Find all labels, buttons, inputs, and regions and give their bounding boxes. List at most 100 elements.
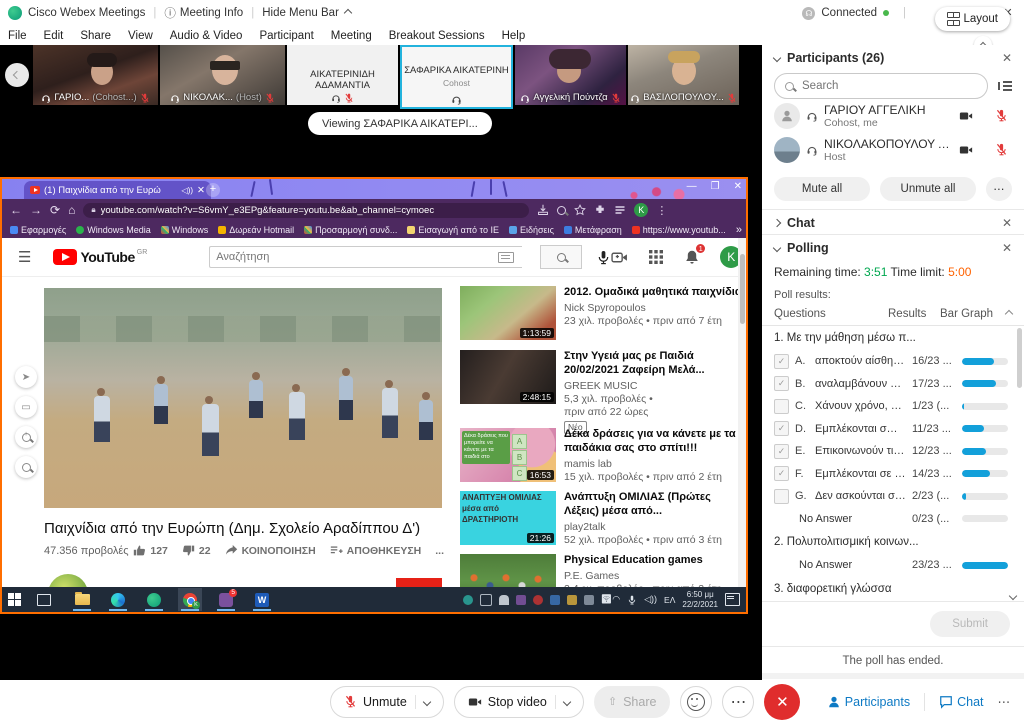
menu-edit[interactable]: Edit [44, 30, 64, 42]
taskbar-clock[interactable]: 6:50 μμ22/2/2021 [682, 590, 718, 610]
back-button[interactable]: ← [10, 203, 22, 217]
camera-on-icon[interactable] [959, 109, 973, 123]
share-button[interactable]: ΚΟΙΝΟΠΟΙΗΣΗ [225, 544, 316, 557]
chrome-icon[interactable]: K [178, 588, 202, 611]
participant-thumbnail[interactable]: ΓΑΡΙΟ... (Cohost...) [33, 45, 158, 105]
participant-thumbnail[interactable]: ΝΙΚΟΛΑΚ... (Host) [160, 45, 285, 105]
menu-participant[interactable]: Participant [259, 30, 313, 42]
menu-help[interactable]: Help [502, 30, 526, 42]
chat-toggle-button[interactable]: Chat [939, 695, 983, 709]
chat-close-icon[interactable]: ✕ [1002, 216, 1012, 230]
bookmark-star-icon[interactable] [574, 204, 586, 216]
submit-button[interactable]: Submit [930, 611, 1010, 637]
hide-menu-bar-button[interactable]: Hide Menu Bar [262, 7, 339, 19]
menu-share[interactable]: Share [80, 30, 111, 42]
bookmark-item[interactable]: Μετάφραση [564, 225, 622, 235]
muted-mic-icon[interactable] [995, 143, 1008, 156]
suggested-video[interactable]: Physical Education games P.E. Games2,4 ε… [460, 554, 746, 587]
tray-mic-icon[interactable] [627, 595, 637, 605]
camera-on-icon[interactable] [959, 143, 973, 157]
checkbox-checked[interactable] [774, 444, 789, 459]
sort-participants-icon[interactable] [998, 80, 1012, 92]
checkbox-checked[interactable] [774, 466, 789, 481]
layout-button[interactable]: Layout [935, 7, 1010, 31]
suggested-video[interactable]: 1:13:59 2012. Ομαδικά μαθητικά παιχνίδια… [460, 286, 746, 340]
tray-app-icon[interactable] [550, 595, 560, 605]
suggested-video[interactable]: Δέκα δράσεις που μπορείτε να κάνετε με τ… [460, 428, 746, 484]
home-button[interactable]: ⌂ [68, 203, 75, 217]
tray-webex-icon[interactable] [463, 595, 473, 605]
suggested-video[interactable]: ΑΝΑΠΤΥΞΗ ΟΜΙΛΙΑΣ μέσα από ΔΡΑΣΤΗΡΙΟΤΗ 21… [460, 491, 746, 547]
browser-menu-icon[interactable]: ⋮ [656, 204, 667, 217]
eraser-tool-icon[interactable]: ▭ [15, 396, 37, 418]
youtube-apps-icon[interactable] [648, 249, 664, 265]
participant-thumbnail[interactable]: ΑΙΚΑΤΕΡΙΝΙΔΗ ΑΔΑΜΑΝΤΙΑ [287, 45, 398, 105]
meeting-info-button[interactable]: Meeting Info [180, 7, 243, 19]
speaker-icon[interactable]: ◁)) [644, 594, 657, 605]
checkbox-checked[interactable] [774, 376, 789, 391]
keyboard-icon[interactable] [498, 252, 514, 263]
wifi-icon[interactable]: 🛜︎◠ [601, 594, 620, 605]
more-options-button[interactable]: ⋯ [722, 686, 754, 718]
edge-icon[interactable] [106, 588, 130, 611]
stop-video-button[interactable]: Stop video [454, 686, 584, 718]
menu-breakout-sessions[interactable]: Breakout Sessions [389, 30, 485, 42]
start-button[interactable] [2, 588, 26, 611]
hamburger-menu-icon[interactable]: ☰ [18, 248, 31, 266]
more-actions-button[interactable]: ... [435, 545, 444, 557]
youtube-search-button[interactable] [540, 245, 582, 269]
pointer-tool-icon[interactable]: ➤ [15, 366, 37, 388]
active-speaker-thumbnail[interactable]: ΣΑΦΑΡΙΚΑ ΑΙΚΑΤΕΡΙΝΗ Cohost [400, 45, 513, 109]
like-button[interactable]: 127 [133, 544, 168, 557]
channel-avatar[interactable] [48, 574, 88, 587]
menu-audio-video[interactable]: Audio & Video [170, 30, 243, 42]
chat-header[interactable]: Chat ✕ [762, 210, 1024, 234]
menu-view[interactable]: View [128, 30, 153, 42]
tray-app-icon[interactable] [533, 595, 543, 605]
create-video-icon[interactable] [611, 249, 628, 266]
bookmark-item[interactable]: Windows [161, 225, 209, 235]
tray-warning-icon[interactable] [567, 595, 577, 605]
tray-app-icon[interactable] [584, 595, 594, 605]
muted-mic-icon[interactable] [995, 109, 1008, 122]
browser-profile-avatar[interactable]: K [634, 203, 648, 217]
suggested-video[interactable]: 2:48:15 Στην Υγειά μας ρε Παιδιά 20/02/2… [460, 350, 746, 434]
reload-button[interactable]: ⟳ [50, 203, 60, 217]
subscribe-button[interactable] [396, 578, 442, 587]
new-tab-button[interactable]: + [206, 183, 220, 197]
youtube-logo[interactable]: YouTube GR [53, 249, 147, 265]
voice-search-icon[interactable] [596, 250, 611, 265]
file-explorer-icon[interactable] [70, 588, 94, 611]
page-scrollbar[interactable] [738, 238, 746, 587]
action-center-icon[interactable] [725, 593, 740, 606]
tray-app-icon[interactable] [480, 594, 492, 606]
bookmarks-overflow-button[interactable]: » [736, 224, 742, 236]
polling-header[interactable]: Polling ✕ [762, 235, 1024, 259]
dislike-button[interactable]: 22 [182, 544, 211, 557]
menu-file[interactable]: File [8, 30, 27, 42]
participants-search-input[interactable] [800, 79, 977, 93]
checkbox-checked[interactable] [774, 354, 789, 369]
bookmark-item[interactable]: Εφαρμογές [10, 225, 66, 235]
participants-close-icon[interactable]: ✕ [1002, 51, 1012, 65]
reading-list-icon[interactable] [614, 204, 626, 216]
address-bar[interactable]: 🔒︎ youtube.com/watch?v=S6vmY_e3EPg&featu… [83, 203, 529, 218]
youtube-search-input[interactable] [209, 246, 522, 268]
participant-row[interactable]: ΓΑΡΙΟΥ ΑΓΓΕΛΙΚΗ Cohost, me [762, 99, 1024, 133]
poll-scrollbar[interactable] [1017, 328, 1022, 388]
polling-close-icon[interactable]: ✕ [1002, 241, 1012, 255]
tab-close-icon[interactable]: ✕ [197, 185, 205, 196]
participants-header[interactable]: Participants (26) ✕ [762, 45, 1024, 69]
bookmark-item[interactable]: Δωρεάν Hotmail [218, 225, 294, 235]
participant-thumbnail[interactable]: Αγγελική Πούντζα [515, 45, 626, 105]
participant-row[interactable]: ΝΙΚΟΛΑΚΟΠΟΥΛΟΥ ΑΙΚΑΤΕΡ... Host [762, 133, 1024, 167]
reactions-button[interactable] [680, 686, 712, 718]
viber-icon[interactable]: 5 [214, 588, 238, 611]
zoom-in-tool-icon[interactable]: + [15, 426, 37, 448]
panel-more-button[interactable]: ⋯ [998, 694, 1011, 709]
leave-meeting-button[interactable]: ✕ [764, 684, 800, 720]
notifications-bell-icon[interactable]: 1 [684, 248, 700, 266]
participants-toggle-button[interactable]: Participants [827, 695, 910, 709]
browser-minimize-button[interactable]: — [687, 181, 697, 192]
bookmark-item[interactable]: Ειδήσεις [509, 225, 554, 235]
